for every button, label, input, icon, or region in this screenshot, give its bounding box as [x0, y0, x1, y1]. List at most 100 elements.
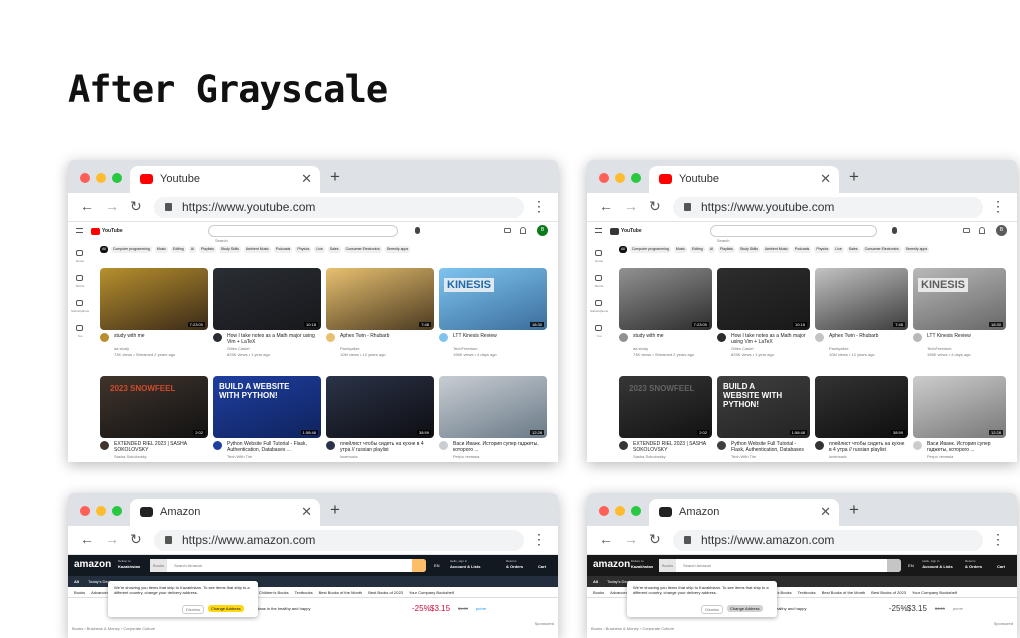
- menu-icon[interactable]: ⋮: [532, 531, 546, 548]
- close-tab-icon[interactable]: ✕: [301, 504, 312, 520]
- maximize-window-button[interactable]: [112, 173, 122, 183]
- video-thumbnail[interactable]: BUILD A WEBSITE WITH PYTHON!1:58:48: [717, 376, 810, 438]
- sidebar-item-home[interactable]: Home: [590, 259, 608, 264]
- chip-10[interactable]: Live: [314, 246, 324, 253]
- orders-link[interactable]: & Orders: [965, 564, 982, 569]
- browser-tab[interactable]: Youtube✕: [649, 166, 839, 193]
- chip-2[interactable]: Music: [674, 246, 687, 253]
- browser-tab[interactable]: Amazon✕: [130, 499, 320, 526]
- chip-13[interactable]: Serenity apps: [385, 246, 410, 253]
- chip-12[interactable]: Consumer Electronics: [863, 246, 901, 253]
- search-bar[interactable]: BooksSearch Amazon: [150, 559, 426, 572]
- minimize-window-button[interactable]: [96, 506, 106, 516]
- video-thumbnail[interactable]: 7:23:00: [100, 268, 208, 330]
- close-tab-icon[interactable]: ✕: [820, 171, 831, 187]
- sidebar-home-icon[interactable]: [595, 250, 602, 256]
- video-title[interactable]: плейлист чтобы сидеть на кухне в 4 утра …: [829, 441, 905, 453]
- close-window-button[interactable]: [599, 173, 609, 183]
- video-title[interactable]: Python Website Full Tutorial - Flask, Au…: [731, 441, 807, 453]
- mic-icon[interactable]: [415, 227, 420, 234]
- video-thumbnail[interactable]: BUILD A WEBSITE WITH PYTHON!1:58:48: [213, 376, 321, 438]
- channel-avatar[interactable]: [619, 441, 628, 450]
- url-input[interactable]: https://www.amazon.com: [673, 530, 983, 551]
- video-thumbnail[interactable]: KINESIS18:30: [439, 268, 547, 330]
- video-title[interactable]: EXTENDED RIEL 2023 | SASHA SOKOLOVSKY: [114, 441, 205, 453]
- maximize-window-button[interactable]: [631, 173, 641, 183]
- account-lists[interactable]: Account & Lists: [450, 564, 480, 569]
- subnav-item[interactable]: Textbooks: [798, 590, 816, 595]
- maximize-window-button[interactable]: [112, 506, 122, 516]
- minimize-window-button[interactable]: [615, 506, 625, 516]
- browser-tab[interactable]: Youtube✕: [130, 166, 320, 193]
- sidebar-item-shorts[interactable]: Shorts: [590, 284, 608, 289]
- language-selector[interactable]: EN: [434, 563, 440, 568]
- url-input[interactable]: https://www.amazon.com: [154, 530, 524, 551]
- deliver-country[interactable]: Kazakhstan: [118, 564, 140, 569]
- chip-7[interactable]: Ambient Music: [763, 246, 790, 253]
- video-thumbnail[interactable]: 7:23:00: [619, 268, 712, 330]
- close-tab-icon[interactable]: ✕: [820, 504, 831, 520]
- search-category[interactable]: Books: [659, 559, 676, 572]
- chip-8[interactable]: Podcasts: [793, 246, 811, 253]
- menu-icon[interactable]: ⋮: [991, 531, 1005, 548]
- channel-name[interactable]: Gilles Castel: [731, 346, 807, 351]
- channel-name[interactable]: Pandyalize: [829, 346, 905, 351]
- nav-all[interactable]: All: [593, 579, 598, 584]
- chip-9[interactable]: Physics: [295, 246, 311, 253]
- video-title[interactable]: How I take notes as a Math major using V…: [731, 333, 807, 345]
- chip-3[interactable]: Editing: [171, 246, 186, 253]
- url-input[interactable]: https://www.youtube.com: [154, 197, 524, 218]
- channel-name[interactable]: Sasha Sokolovsky: [114, 454, 205, 459]
- channel-avatar[interactable]: [326, 441, 335, 450]
- subnav-item[interactable]: Best Books of the Month: [822, 590, 866, 595]
- channel-avatar[interactable]: [913, 333, 922, 342]
- minimize-window-button[interactable]: [96, 173, 106, 183]
- change-address-button[interactable]: Change Address: [208, 605, 244, 612]
- channel-name[interactable]: Sasha Sokolovsky: [633, 454, 709, 459]
- breadcrumb[interactable]: Books › Business & Money › Corporate Cul…: [72, 626, 155, 631]
- youtube-logo-icon[interactable]: [91, 228, 100, 235]
- chip-4[interactable]: AI: [189, 246, 196, 253]
- new-tab-button[interactable]: +: [330, 167, 340, 187]
- subnav-item[interactable]: Children's Books: [259, 590, 289, 595]
- maximize-window-button[interactable]: [631, 506, 641, 516]
- orders-link[interactable]: & Orders: [506, 564, 523, 569]
- channel-avatar[interactable]: [100, 333, 109, 342]
- reload-button[interactable]: ↻: [130, 198, 142, 215]
- amazon-logo[interactable]: amazon: [593, 559, 630, 570]
- channel-name[interactable]: Ретро техника: [927, 454, 1003, 459]
- channel-name[interactable]: lovemusic: [340, 454, 431, 459]
- chip-2[interactable]: Music: [155, 246, 168, 253]
- youtube-logo[interactable]: YouTube: [621, 228, 642, 234]
- chip-1[interactable]: Computer programming: [111, 246, 152, 253]
- menu-icon[interactable]: ⋮: [532, 198, 546, 215]
- reload-button[interactable]: ↻: [649, 531, 661, 548]
- video-thumbnail[interactable]: 12:28: [439, 376, 547, 438]
- chip-3[interactable]: Editing: [690, 246, 705, 253]
- reload-button[interactable]: ↻: [130, 531, 142, 548]
- chip-0[interactable]: All: [619, 246, 627, 253]
- channel-avatar[interactable]: [717, 333, 726, 342]
- create-icon[interactable]: [963, 228, 970, 233]
- search-input[interactable]: Search: [208, 225, 398, 237]
- cart-button[interactable]: Cart: [538, 564, 546, 569]
- channel-name[interactable]: aa study: [633, 346, 709, 351]
- avatar[interactable]: B: [537, 225, 548, 236]
- sidebar-item-you[interactable]: You: [590, 334, 608, 339]
- channel-avatar[interactable]: [326, 333, 335, 342]
- forward-button[interactable]: →: [105, 531, 119, 547]
- create-icon[interactable]: [504, 228, 511, 233]
- video-title[interactable]: Python Website Full Tutorial - Flask, Au…: [227, 441, 318, 453]
- new-tab-button[interactable]: +: [849, 167, 859, 187]
- hamburger-icon[interactable]: [595, 228, 602, 233]
- sidebar-item-subscriptions[interactable]: Subscriptions: [590, 309, 608, 314]
- channel-name[interactable]: Pandyalize: [340, 346, 431, 351]
- search-button[interactable]: [887, 559, 901, 572]
- video-title[interactable]: Aphex Twin - Rhubarb: [829, 333, 905, 339]
- video-title[interactable]: плейлист чтобы сидеть на кухне в 4 утра …: [340, 441, 431, 453]
- sidebar-you-icon[interactable]: [76, 325, 83, 331]
- subnav-item[interactable]: Books: [593, 590, 604, 595]
- channel-name[interactable]: Gilles Castel: [227, 346, 318, 351]
- menu-icon[interactable]: ⋮: [991, 198, 1005, 215]
- video-thumbnail[interactable]: 10:18: [717, 268, 810, 330]
